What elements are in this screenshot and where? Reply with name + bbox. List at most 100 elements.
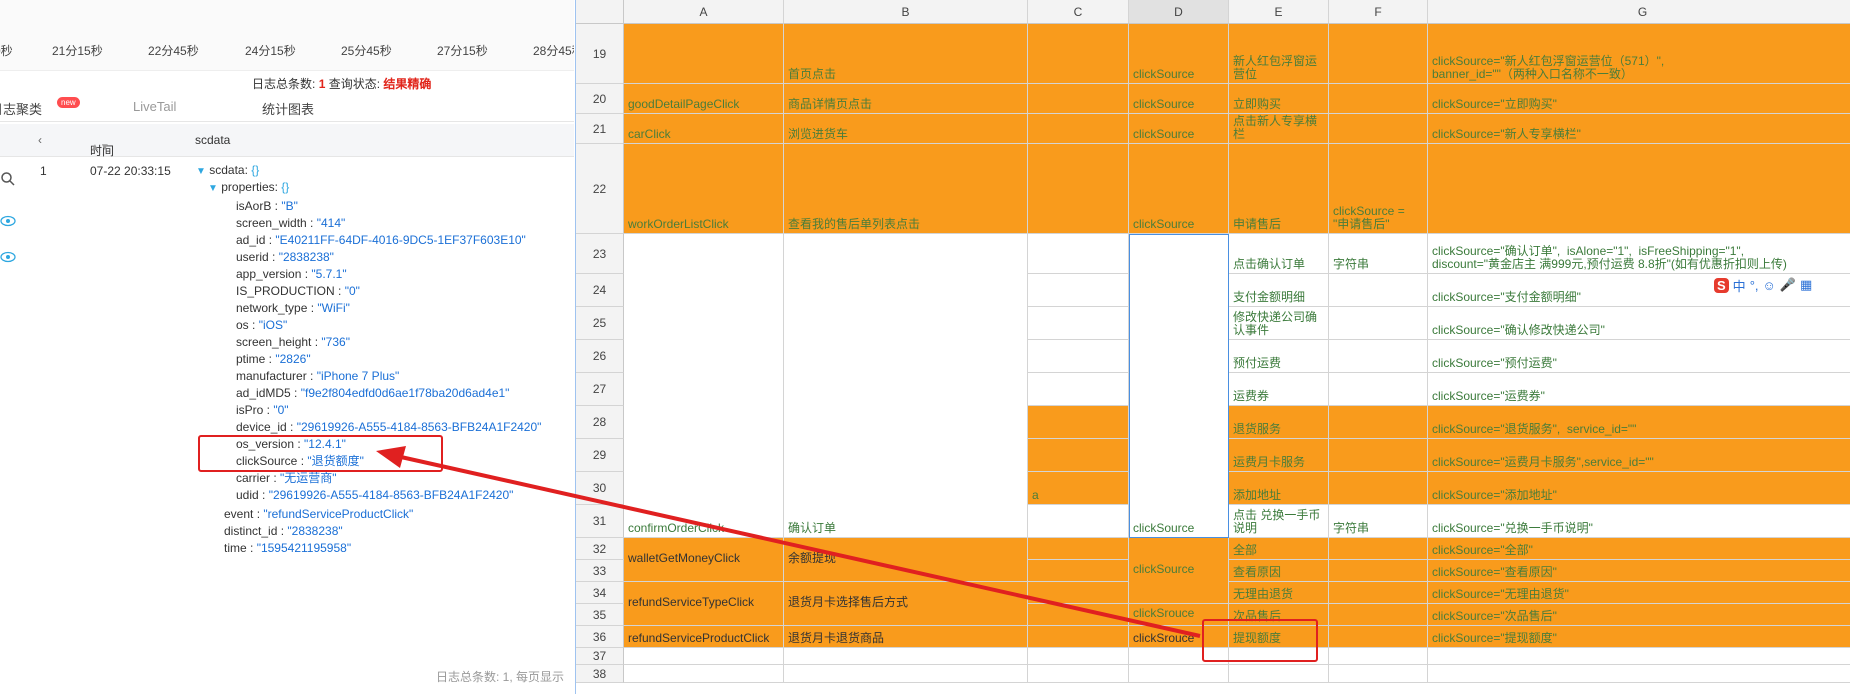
cell-g25[interactable]: clickSource="确认修改快递公司" [1428, 307, 1850, 340]
cell-c38[interactable] [1028, 665, 1129, 683]
column-header-e[interactable]: E [1229, 0, 1329, 24]
cell-e38[interactable] [1229, 665, 1329, 683]
tree-node-properties[interactable]: ▼ properties: {} [208, 179, 289, 197]
ime-punct-toggle[interactable]: °, [1750, 278, 1759, 293]
cell-f26[interactable] [1329, 340, 1428, 373]
row-header[interactable]: 31 [576, 505, 624, 538]
cell-f30[interactable] [1329, 472, 1428, 505]
property-row[interactable]: ad_id : "E40211FF-64DF-4016-9DC5-1EF37F6… [236, 232, 526, 249]
ime-emoji-icon[interactable]: ☺ [1763, 278, 1776, 293]
cell-c28[interactable] [1028, 406, 1129, 439]
cell-a34[interactable]: refundServiceTypeClick [624, 582, 784, 626]
cell-b32[interactable]: 余额提现 [784, 538, 1028, 582]
cell-a21[interactable]: carClick [624, 114, 784, 144]
cell-c33[interactable] [1028, 560, 1129, 582]
cell-f35[interactable] [1329, 604, 1428, 626]
cell-b36[interactable]: 退货月卡退货商品 [784, 626, 1028, 648]
cell-c31[interactable] [1028, 505, 1129, 538]
row-header[interactable]: 25 [576, 307, 624, 340]
cell-e19[interactable]: 新人红包浮窗运营位 [1229, 24, 1329, 84]
row-header[interactable]: 21 [576, 114, 624, 144]
row-header[interactable]: 22 [576, 144, 624, 234]
tab-log-cluster[interactable]: 日志聚类 [0, 99, 42, 118]
cell-g35[interactable]: clickSource="次品售后" [1428, 604, 1850, 626]
cell-e20[interactable]: 立即购买 [1229, 84, 1329, 114]
row-header[interactable]: 36 [576, 626, 624, 648]
row-header[interactable]: 30 [576, 472, 624, 505]
top-field-row[interactable]: event : "refundServiceProductClick" [224, 506, 413, 523]
cell-a38[interactable] [624, 665, 784, 683]
cell-f38[interactable] [1329, 665, 1428, 683]
cell-f25[interactable] [1329, 307, 1428, 340]
row-header[interactable]: 35 [576, 604, 624, 626]
cell-e25[interactable]: 修改快递公司确认事件 [1229, 307, 1329, 340]
cell-f19[interactable] [1329, 24, 1428, 84]
property-row[interactable]: isPro : "0" [236, 402, 289, 419]
row-header[interactable]: 29 [576, 439, 624, 472]
cell-g34[interactable]: clickSource="无理由退货" [1428, 582, 1850, 604]
cell-g37[interactable] [1428, 648, 1850, 665]
cell-c22[interactable] [1028, 144, 1129, 234]
cell-f33[interactable] [1329, 560, 1428, 582]
cell-g36[interactable]: clickSource="提现额度" [1428, 626, 1850, 648]
row-header[interactable]: 38 [576, 665, 624, 683]
cell-c27[interactable] [1028, 373, 1129, 406]
cell-b38[interactable] [784, 665, 1028, 683]
cell-a36[interactable]: refundServiceProductClick [624, 626, 784, 648]
cell-c24[interactable] [1028, 274, 1129, 307]
cell-f37[interactable] [1329, 648, 1428, 665]
cell-f36[interactable] [1329, 626, 1428, 648]
column-header-c[interactable]: C [1028, 0, 1129, 24]
cell-a32[interactable]: walletGetMoneyClick [624, 538, 784, 582]
cell-f21[interactable] [1329, 114, 1428, 144]
cell-c23[interactable] [1028, 234, 1129, 274]
tab-charts[interactable]: 统计图表 [262, 99, 314, 118]
cell-f23[interactable]: 字符串 [1329, 234, 1428, 274]
top-field-row[interactable]: distinct_id : "2838238" [224, 523, 343, 540]
cell-c35[interactable] [1028, 604, 1129, 626]
property-row[interactable]: carrier : "无运营商" [236, 470, 337, 487]
cell-c36[interactable] [1028, 626, 1129, 648]
cell-g20[interactable]: clickSource="立即购买" [1428, 84, 1850, 114]
cell-b34[interactable]: 退货月卡选择售后方式 [784, 582, 1028, 626]
row-header[interactable]: 26 [576, 340, 624, 373]
column-header-g[interactable]: G [1428, 0, 1850, 24]
cell-d23[interactable]: clickSource [1129, 234, 1229, 538]
cell-c30[interactable]: a [1028, 472, 1129, 505]
cell-a37[interactable] [624, 648, 784, 665]
cell-g32[interactable]: clickSource="全部" [1428, 538, 1850, 560]
property-row[interactable]: device_id : "29619926-A555-4184-8563-BFB… [236, 419, 541, 436]
cell-g31[interactable]: clickSource="兑换一手币说明" [1428, 505, 1850, 538]
cell-d20[interactable]: clickSource [1129, 84, 1229, 114]
cell-c37[interactable] [1028, 648, 1129, 665]
cell-b37[interactable] [784, 648, 1028, 665]
cell-e23[interactable]: 点击确认订单 [1229, 234, 1329, 274]
row-header[interactable]: 23 [576, 234, 624, 274]
column-header-b[interactable]: B [784, 0, 1028, 24]
cell-a22[interactable]: workOrderListClick [624, 144, 784, 234]
cell-c29[interactable] [1028, 439, 1129, 472]
cell-d21[interactable]: clickSource [1129, 114, 1229, 144]
cell-g22[interactable] [1428, 144, 1850, 234]
property-row[interactable]: os : "iOS" [236, 317, 287, 334]
cell-g19[interactable]: clickSource="新人红包浮窗运营位（571）", banner_id=… [1428, 24, 1850, 84]
ime-mic-icon[interactable]: 🎤 [1780, 277, 1796, 293]
cell-e31[interactable]: 点击 兑换一手币说明 [1229, 505, 1329, 538]
property-row[interactable]: IS_PRODUCTION : "0" [236, 283, 360, 300]
property-row[interactable]: ad_idMD5 : "f9e2f804edfd0d6ae1f78ba20d6a… [236, 385, 509, 402]
eye-icon[interactable] [0, 215, 18, 235]
property-row[interactable]: userid : "2838238" [236, 249, 334, 266]
cell-e22[interactable]: 申请售后 [1229, 144, 1329, 234]
top-field-row[interactable]: time : "1595421195958" [224, 540, 351, 557]
row-header[interactable]: 20 [576, 84, 624, 114]
cell-g38[interactable] [1428, 665, 1850, 683]
collapse-icon[interactable]: ‹ [38, 133, 42, 147]
cell-e27[interactable]: 运费券 [1229, 373, 1329, 406]
ime-logo-icon[interactable]: S [1714, 277, 1729, 293]
cell-f27[interactable] [1329, 373, 1428, 406]
cell-g33[interactable]: clickSource="查看原因" [1428, 560, 1850, 582]
cell-c21[interactable] [1028, 114, 1129, 144]
cell-e24[interactable]: 支付金额明细 [1229, 274, 1329, 307]
cell-d22[interactable]: clickSource [1129, 144, 1229, 234]
row-header[interactable]: 33 [576, 560, 624, 582]
